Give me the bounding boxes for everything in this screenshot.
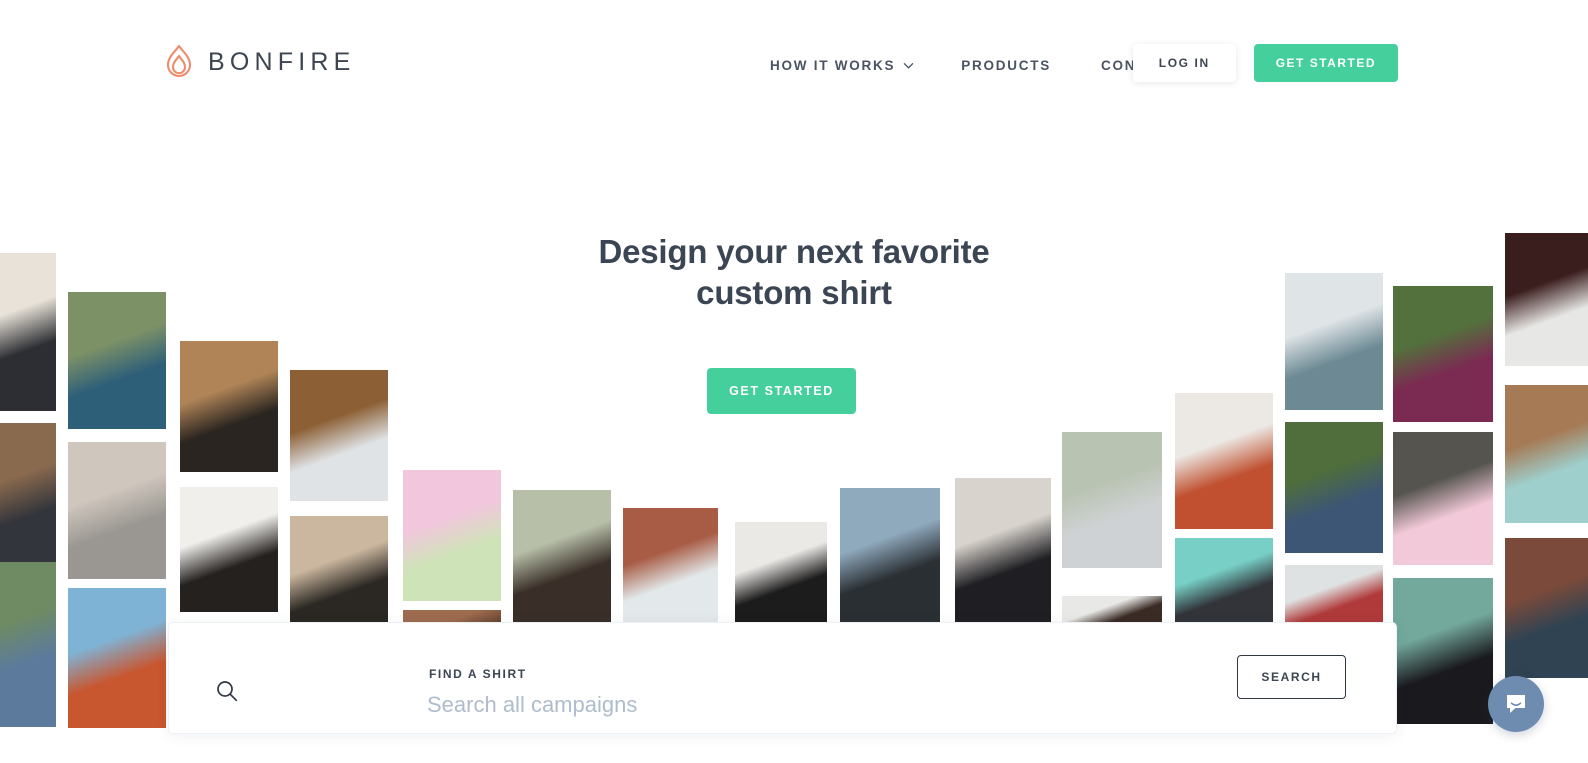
woman-support-local-camera [955, 478, 1051, 626]
hero-get-started-button[interactable]: GET STARTED [707, 368, 856, 414]
woman-love-grows-families-tee [1505, 385, 1588, 523]
woman-teal-hoodie-palms [68, 292, 166, 429]
chevron-down-icon [903, 63, 914, 69]
two-women-map-wall-shirt [0, 423, 56, 578]
bonfire-flame-icon [166, 44, 192, 77]
auth-actions: LOG IN GET STARTED [1132, 44, 1398, 82]
nav-item-how-it-works[interactable]: HOW IT WORKS [770, 54, 914, 77]
girl-pink-bottles-tee [1393, 432, 1493, 565]
main-navigation: HOW IT WORKS PRODUCTS CONTACT [770, 54, 1178, 77]
nav-label-products: PRODUCTS [961, 58, 1052, 73]
woman-backpack-white-tee [1285, 273, 1383, 410]
woman-orange-immigrant-tee [180, 487, 278, 612]
man-mountain-graphic-tee [840, 488, 940, 626]
search-icon[interactable] [216, 680, 238, 702]
woman-glasses-books-raglan [1175, 393, 1273, 529]
nav-label-how-it-works: HOW IT WORKS [770, 58, 896, 73]
woman-plaid-brick-alley [1505, 538, 1588, 678]
site-header: BONFIRE HOW IT WORKS PRODUCTS CONTACT LO… [0, 0, 1588, 128]
woman-flag-portrait [1285, 565, 1383, 630]
woman-grey-viva-la-mujer-tee [68, 442, 166, 579]
couple-celestial-shirt [290, 516, 388, 637]
woman-love-over-fear-grey-tee [1062, 432, 1162, 568]
woman-white-tee-dark-room [1505, 233, 1588, 366]
woman-one-campaign-raglan [290, 370, 388, 501]
brand-name: BONFIRE [208, 47, 356, 76]
login-button[interactable]: LOG IN [1132, 44, 1236, 82]
couple-love-over-fear-black [1393, 578, 1493, 724]
search-panel: FIND A SHIRT SEARCH [168, 622, 1397, 734]
chat-widget-button[interactable] [1488, 676, 1544, 732]
couple-maroon-sweatshirts [1393, 286, 1493, 422]
search-button[interactable]: SEARCH [1237, 655, 1346, 699]
group-teal-background-kids [1175, 538, 1273, 630]
brand-logo[interactable]: BONFIRE [164, 44, 356, 80]
woman-stay-nasty-tee [513, 490, 611, 626]
header-get-started-button[interactable]: GET STARTED [1253, 44, 1398, 82]
girl-denim-jacket-green-wall [0, 562, 56, 727]
woman-pink-future-accessible [403, 470, 501, 601]
page-root: BONFIRE HOW IT WORKS PRODUCTS CONTACT LO… [0, 0, 1588, 763]
find-a-shirt-label: FIND A SHIRT [429, 667, 527, 681]
woman-black-sweatshirt-wall [735, 522, 827, 626]
woman-black-rose-tee-canyon [180, 341, 278, 472]
woman-black-tank-arrow-shirt [0, 253, 56, 411]
two-women-helmets-hiking [68, 588, 166, 728]
nav-item-products[interactable]: PRODUCTS [961, 54, 1051, 77]
search-input[interactable] [427, 685, 1357, 725]
person-fight-to-be-free-shirt [623, 508, 718, 626]
chat-bubble-icon [1507, 695, 1525, 713]
man-back-navy-tee-foliage [1285, 422, 1383, 553]
